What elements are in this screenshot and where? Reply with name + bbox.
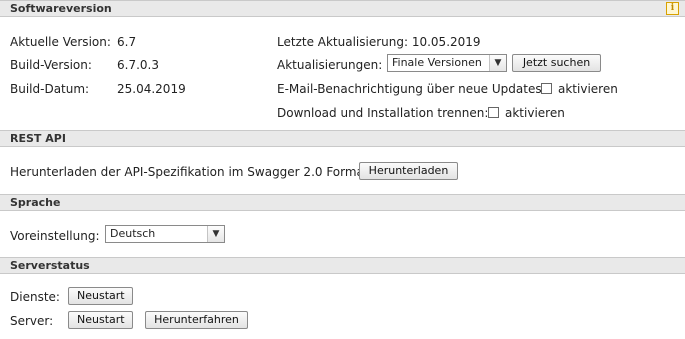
current-version-label: Aktuelle Version: — [10, 35, 111, 49]
download-api-spec-button[interactable]: Herunterladen — [359, 162, 458, 180]
build-date-label: Build-Datum: — [10, 82, 90, 96]
section-header-softwareversion: Softwareversion i — [0, 0, 685, 17]
rest-api-description: Herunterladen der API-Spezifikation im S… — [10, 165, 369, 179]
chevron-down-icon: ▼ — [207, 226, 224, 242]
section-title: Sprache — [10, 196, 61, 209]
info-icon[interactable]: i — [666, 2, 679, 15]
language-selected-value: Deutsch — [110, 227, 156, 240]
updates-label: Aktualisierungen: — [277, 58, 383, 72]
section-title: REST API — [10, 132, 66, 145]
section-header-serverstatus: Serverstatus — [0, 257, 685, 274]
language-default-label: Voreinstellung: — [10, 229, 100, 243]
build-version-label: Build-Version: — [10, 58, 92, 72]
build-date-value: 25.04.2019 — [117, 82, 186, 96]
email-notification-checkbox[interactable] — [541, 83, 552, 94]
chevron-down-icon: ▼ — [489, 55, 506, 71]
build-version-value: 6.7.0.3 — [117, 58, 159, 72]
download-separate-checkbox[interactable] — [488, 107, 499, 118]
email-notification-label: E-Mail-Benachrichtigung über neue Update… — [277, 82, 546, 96]
search-updates-button[interactable]: Jetzt suchen — [512, 54, 601, 72]
language-select[interactable]: Deutsch ▼ — [105, 225, 225, 243]
services-restart-button[interactable]: Neustart — [68, 287, 133, 305]
section-title: Serverstatus — [10, 259, 90, 272]
download-separate-label: Download und Installation trennen: — [277, 106, 489, 120]
section-title: Softwareversion — [10, 2, 112, 15]
section-header-sprache: Sprache — [0, 194, 685, 211]
server-shutdown-button[interactable]: Herunterfahren — [145, 311, 248, 329]
services-label: Dienste: — [10, 290, 60, 304]
download-separate-checkbox-label: aktivieren — [505, 106, 565, 120]
server-restart-button[interactable]: Neustart — [68, 311, 133, 329]
current-version-value: 6.7 — [117, 35, 137, 49]
last-update-label: Letzte Aktualisierung: 10.05.2019 — [277, 35, 481, 49]
section-header-rest-api: REST API — [0, 130, 685, 147]
server-label: Server: — [10, 314, 54, 328]
updates-selected-value: Finale Versionen — [392, 56, 482, 69]
updates-select[interactable]: Finale Versionen ▼ — [387, 54, 507, 72]
email-notification-checkbox-label: aktivieren — [558, 82, 618, 96]
